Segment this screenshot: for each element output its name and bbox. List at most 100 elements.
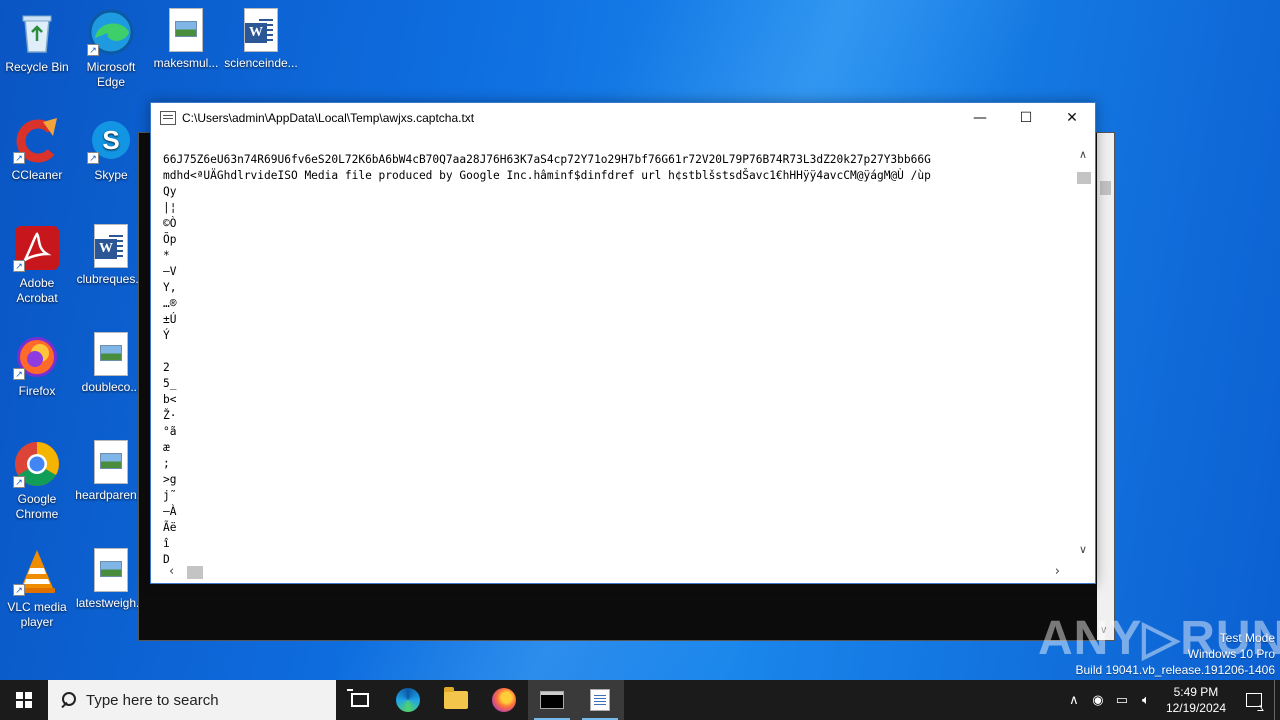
taskbar-file-explorer[interactable] [432, 680, 480, 720]
shortcut-arrow-icon: ↗ [13, 476, 25, 488]
desktop-icon-edge[interactable]: ↗ Microsoft Edge [74, 8, 148, 90]
skype-icon: S ↗ [87, 116, 135, 164]
desktop-icon-skype[interactable]: S ↗ Skype [74, 116, 148, 183]
desktop-icon-acrobat[interactable]: ↗ Adobe Acrobat [0, 224, 74, 306]
vlc-icon: ↗ [13, 548, 61, 596]
firefox-icon: ↗ [13, 332, 61, 380]
chevron-left-icon[interactable]: ‹ [169, 564, 174, 579]
clock-date: 12/19/2024 [1165, 701, 1226, 715]
desktop-icon-heardparen[interactable]: heardparen... [74, 440, 148, 503]
vertical-scrollbar[interactable]: ∧ ∨ [1076, 134, 1093, 566]
edge-icon: ↗ [87, 8, 135, 56]
command-prompt-icon [540, 691, 564, 709]
console-scrollbar[interactable]: ∨ [1097, 133, 1114, 640]
desktop-icon-clubreques[interactable]: W clubreques... [74, 224, 148, 287]
volume-icon[interactable]: 🔈︎ [1134, 680, 1158, 720]
desktop-icon-vlc[interactable]: ↗ VLC media player [0, 548, 74, 630]
chrome-icon: ↗ [13, 440, 61, 488]
clock-time: 5:49 PM [1173, 685, 1219, 699]
chevron-right-icon[interactable]: › [1055, 564, 1060, 579]
desktop-icon-label: Firefox [18, 384, 56, 398]
taskbar-cmd[interactable] [528, 680, 576, 720]
desktop-icon-label: Adobe Acrobat [16, 276, 58, 305]
edge-icon [396, 688, 420, 712]
desktop-icon-label: Microsoft Edge [86, 60, 136, 89]
image-file-icon [94, 440, 128, 484]
desktop-icon-makesmul[interactable]: makesmul... [149, 8, 223, 71]
shortcut-arrow-icon: ↗ [87, 152, 99, 164]
close-button[interactable]: ✕ [1049, 103, 1095, 133]
window-title: C:\Users\admin\AppData\Local\Temp\awjxs.… [182, 111, 475, 125]
task-view-icon [347, 689, 369, 707]
windows-logo-icon [16, 692, 32, 708]
notepad-titlebar[interactable]: C:\Users\admin\AppData\Local\Temp\awjxs.… [151, 103, 1095, 133]
taskbar-firefox[interactable] [480, 680, 528, 720]
desktop-icon-ccleaner[interactable]: ↗ CCleaner [0, 116, 74, 183]
desktop-icon-firefox[interactable]: ↗ Firefox [0, 332, 74, 399]
desktop-icon-chrome[interactable]: ↗ Google Chrome [0, 440, 74, 522]
shortcut-arrow-icon: ↗ [13, 260, 25, 272]
desktop-icon-doubleco[interactable]: doubleco... [74, 332, 148, 395]
desktop-icon-label: clubreques... [76, 272, 146, 286]
acrobat-icon: ↗ [13, 224, 61, 272]
build-line: Build 19041.vb_release.191206-1406 [1075, 663, 1276, 677]
test-mode-line: Test Mode [1219, 631, 1275, 645]
task-view-button[interactable] [336, 680, 384, 720]
desktop-icon-label: Recycle Bin [5, 60, 69, 74]
taskbar-clock[interactable]: 5:49 PM 12/19/2024 [1158, 684, 1234, 716]
word-document-icon: W [94, 224, 128, 268]
desktop-icon-label: VLC media player [7, 600, 67, 629]
desktop-icon-label: heardparen... [75, 488, 147, 502]
firefox-icon [492, 688, 516, 712]
image-file-icon [169, 8, 203, 52]
show-desktop-button[interactable] [1274, 680, 1280, 720]
desktop-icon-scienceinde[interactable]: W scienceinde... [224, 8, 298, 71]
taskbar-search-box[interactable]: Type here to search [48, 680, 336, 720]
notepad-icon [590, 689, 610, 711]
desktop-icon-label: latestweigh... [75, 596, 147, 610]
image-file-icon [94, 548, 128, 592]
desktop-icon-label: scienceinde... [224, 56, 298, 70]
recycle-bin-icon [13, 8, 61, 56]
system-tray: ∧ ◉ ▭ 🔈︎ 5:49 PM 12/19/2024 [1062, 680, 1280, 720]
ccleaner-icon: ↗ [13, 116, 61, 164]
people-icon[interactable]: ◉ [1086, 680, 1110, 720]
action-center-button[interactable] [1234, 680, 1274, 720]
folder-icon [444, 687, 468, 709]
shortcut-arrow-icon: ↗ [13, 152, 25, 164]
notepad-editor[interactable]: 66J75Z6eU63n74R69U6fv6eS20L72K6bA6bW4cB7… [153, 134, 1093, 581]
search-icon [60, 692, 76, 708]
horizontal-scrollbar-thumb[interactable] [187, 566, 203, 579]
vertical-scrollbar-thumb[interactable] [1077, 172, 1091, 184]
notification-icon [1246, 693, 1262, 707]
desktop-icon-recycle-bin[interactable]: Recycle Bin [0, 8, 74, 75]
notepad-icon [160, 111, 176, 125]
shortcut-arrow-icon: ↗ [87, 44, 99, 56]
taskbar-edge[interactable] [384, 680, 432, 720]
minimize-button[interactable]: — [957, 103, 1003, 133]
desktop-icon-label: makesmul... [153, 56, 219, 70]
network-icon[interactable]: ▭ [1110, 680, 1134, 720]
windows-edition-line: Windows 10 Pro [1187, 647, 1275, 661]
search-placeholder: Type here to search [86, 691, 219, 709]
horizontal-scrollbar[interactable]: ‹ › [153, 564, 1076, 581]
notepad-text-content[interactable]: 66J75Z6eU63n74R69U6fv6eS20L72K6bA6bW4cB7… [163, 152, 1077, 567]
notepad-window[interactable]: C:\Users\admin\AppData\Local\Temp\awjxs.… [150, 102, 1096, 584]
shortcut-arrow-icon: ↗ [13, 368, 25, 380]
taskbar-notepad[interactable] [576, 680, 624, 720]
desktop-icon-label: CCleaner [11, 168, 63, 182]
chevron-up-icon[interactable]: ∧ [1062, 680, 1086, 720]
chevron-down-icon[interactable]: ∨ [1079, 543, 1087, 556]
console-scrollbar-thumb[interactable] [1100, 181, 1111, 195]
desktop-icon-label: doubleco... [81, 380, 141, 394]
image-file-icon [94, 332, 128, 376]
desktop-icon-latestweigh[interactable]: latestweigh... [74, 548, 148, 611]
test-mode-text: Test Mode Windows 10 Pro Build 19041.vb_… [1076, 630, 1276, 678]
svg-text:S: S [102, 125, 119, 155]
taskbar: Type here to search ∧ ◉ ▭ 🔈︎ 5:49 PM 12/… [0, 680, 1280, 720]
start-button[interactable] [0, 680, 48, 720]
chevron-up-icon[interactable]: ∧ [1079, 148, 1087, 161]
maximize-button[interactable]: ☐ [1003, 103, 1049, 133]
desktop-icon-label: Google Chrome [15, 492, 59, 521]
shortcut-arrow-icon: ↗ [13, 584, 25, 596]
